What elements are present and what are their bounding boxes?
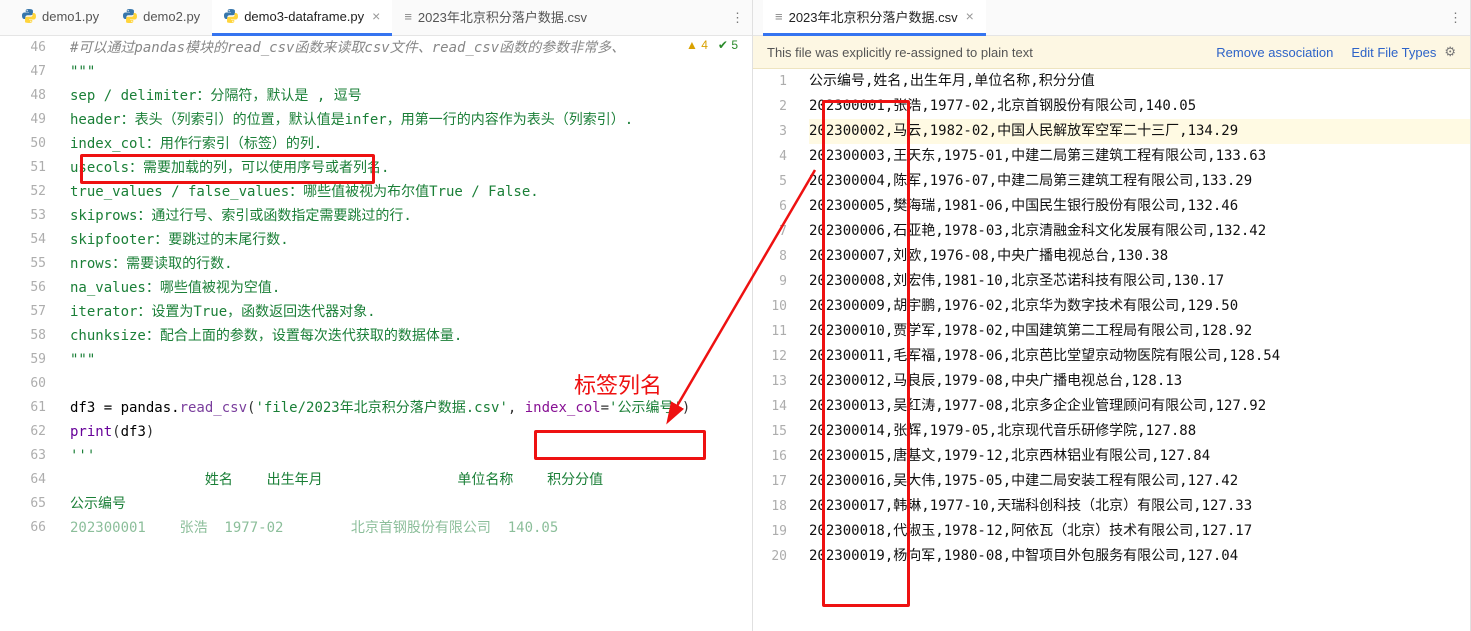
code-line[interactable]: usecols：需要加载的列，可以使用序号或者列名. (70, 156, 752, 180)
csv-line[interactable]: 公示编号,姓名,出生年月,单位名称,积分分值 (809, 69, 1470, 94)
tab-2023-csv[interactable]: ≡ 2023年北京积分落户数据.csv × (763, 0, 986, 36)
csv-line[interactable]: 202300003,王天东,1975-01,中建二局第三建筑工程有限公司,133… (809, 144, 1470, 169)
csv-line[interactable]: 202300019,杨向军,1980-08,中智项目外包服务有限公司,127.0… (809, 544, 1470, 569)
csv-line[interactable]: 202300013,吴红涛,1977-08,北京多企企业管理顾问有限公司,127… (809, 394, 1470, 419)
csv-line[interactable]: 202300010,贾学军,1978-02,中国建筑第二工程局有限公司,128.… (809, 319, 1470, 344)
csv-line[interactable]: 202300009,胡宇鹏,1976-02,北京华为数字技术有限公司,129.5… (809, 294, 1470, 319)
file-icon: ≡ (404, 9, 412, 24)
tab-label: 2023年北京积分落户数据.csv (789, 7, 958, 26)
tab-demo3-dataframe-py[interactable]: demo3-dataframe.py × (212, 0, 392, 36)
tab-label: 2023年北京积分落户数据.csv (418, 7, 587, 26)
file-icon: ≡ (775, 9, 783, 24)
code-line[interactable]: skipfooter：要跳过的末尾行数. (70, 228, 752, 252)
csv-viewer[interactable]: 1234567891011121314151617181920 公示编号,姓名,… (753, 69, 1470, 631)
tab-overflow-icon[interactable]: ⋮ (1449, 10, 1462, 26)
notice-text: This file was explicitly re-assigned to … (767, 45, 1033, 60)
code-line[interactable]: """ (70, 348, 752, 372)
left-tab-bar: demo1.py demo2.py demo3-dataframe.py × ≡ 2023… (0, 0, 752, 36)
remove-association-link[interactable]: Remove association (1216, 45, 1333, 60)
csv-line[interactable]: 202300014,张辉,1979-05,北京现代音乐研修学院,127.88 (809, 419, 1470, 444)
csv-line[interactable]: 202300016,吴大伟,1975-05,中建二局安装工程有限公司,127.4… (809, 469, 1470, 494)
close-icon[interactable]: × (372, 8, 380, 24)
code-line[interactable]: df3 = pandas.read_csv('file/2023年北京积分落户数… (70, 396, 752, 420)
code-editor[interactable]: ▲ 4 ✔ 5 46474849505152535455565758596061… (0, 36, 752, 631)
tab-2023-csv[interactable]: ≡ 2023年北京积分落户数据.csv (392, 0, 599, 36)
gear-icon[interactable]: ⚙ (1444, 44, 1456, 60)
code-line[interactable]: #可以通过pandas模块的read_csv函数来读取csv文件、read_cs… (70, 36, 752, 60)
csv-line[interactable]: 202300008,刘宏伟,1981-10,北京圣芯诺科技有限公司,130.17 (809, 269, 1470, 294)
code-line[interactable]: """ (70, 60, 752, 84)
csv-line[interactable]: 202300015,唐基文,1979-12,北京西林铝业有限公司,127.84 (809, 444, 1470, 469)
csv-line[interactable]: 202300001,张浩,1977-02,北京首钢股份有限公司,140.05 (809, 94, 1470, 119)
csv-line[interactable]: 202300004,陈军,1976-07,中建二局第三建筑工程有限公司,133.… (809, 169, 1470, 194)
tab-label: demo1.py (42, 9, 99, 24)
csv-line[interactable]: 202300017,韩琳,1977-10,天瑞科创科技（北京）有限公司,127.… (809, 494, 1470, 519)
reassigned-notice: This file was explicitly re-assigned to … (753, 36, 1470, 69)
code-line[interactable]: nrows：需要读取的行数. (70, 252, 752, 276)
code-line[interactable]: 202300001 张浩 1977-02 北京首钢股份有限公司 140.05 (70, 516, 752, 540)
csv-line[interactable]: 202300006,石亚艳,1978-03,北京清融金科文化发展有限公司,132… (809, 219, 1470, 244)
csv-line[interactable]: 202300018,代淑玉,1978-12,阿依瓦（北京）技术有限公司,127.… (809, 519, 1470, 544)
code-line[interactable]: 公示编号 (70, 492, 752, 516)
code-line[interactable]: header：表头（列索引）的位置，默认值是infer，用第一行的内容作为表头（… (70, 108, 752, 132)
csv-line[interactable]: 202300005,樊海瑞,1981-06,中国民生银行股份有限公司,132.4… (809, 194, 1470, 219)
csv-line[interactable]: 202300002,马云,1982-02,中国人民解放军空军二十三厂,134.2… (809, 119, 1470, 144)
code-line[interactable]: skiprows：通过行号、索引或函数指定需要跳过的行. (70, 204, 752, 228)
tab-demo1-py[interactable]: demo1.py (10, 0, 111, 36)
code-line[interactable]: print(df3) (70, 420, 752, 444)
csv-line[interactable]: 202300011,毛军福,1978-06,北京芭比堂望京动物医院有限公司,12… (809, 344, 1470, 369)
right-tab-bar: ≡ 2023年北京积分落户数据.csv × ⋮ (753, 0, 1470, 36)
edit-file-types-link[interactable]: Edit File Types (1351, 45, 1436, 60)
close-icon[interactable]: × (966, 8, 974, 24)
code-line[interactable]: sep / delimiter：分隔符，默认是 , 逗号 (70, 84, 752, 108)
code-line[interactable] (70, 372, 752, 396)
code-line[interactable]: iterator：设置为True，函数返回迭代器对象. (70, 300, 752, 324)
tab-label: demo3-dataframe.py (244, 9, 364, 24)
tab-demo2-py[interactable]: demo2.py (111, 0, 212, 36)
code-line[interactable]: true_values / false_values：哪些值被视为布尔值True… (70, 180, 752, 204)
tab-label: demo2.py (143, 9, 200, 24)
csv-line[interactable]: 202300007,刘欧,1976-08,中央广播电视总台,130.38 (809, 244, 1470, 269)
code-line[interactable]: index_col：用作行索引（标签）的列. (70, 132, 752, 156)
code-line[interactable]: ''' (70, 444, 752, 468)
csv-line[interactable]: 202300012,马良辰,1979-08,中央广播电视总台,128.13 (809, 369, 1470, 394)
tab-overflow-icon[interactable]: ⋮ (731, 10, 744, 26)
code-line[interactable]: na_values：哪些值被视为空值. (70, 276, 752, 300)
code-line[interactable]: 姓名 出生年月 单位名称 积分分值 (70, 468, 752, 492)
code-line[interactable]: chunksize：配合上面的参数，设置每次迭代获取的数据体量. (70, 324, 752, 348)
